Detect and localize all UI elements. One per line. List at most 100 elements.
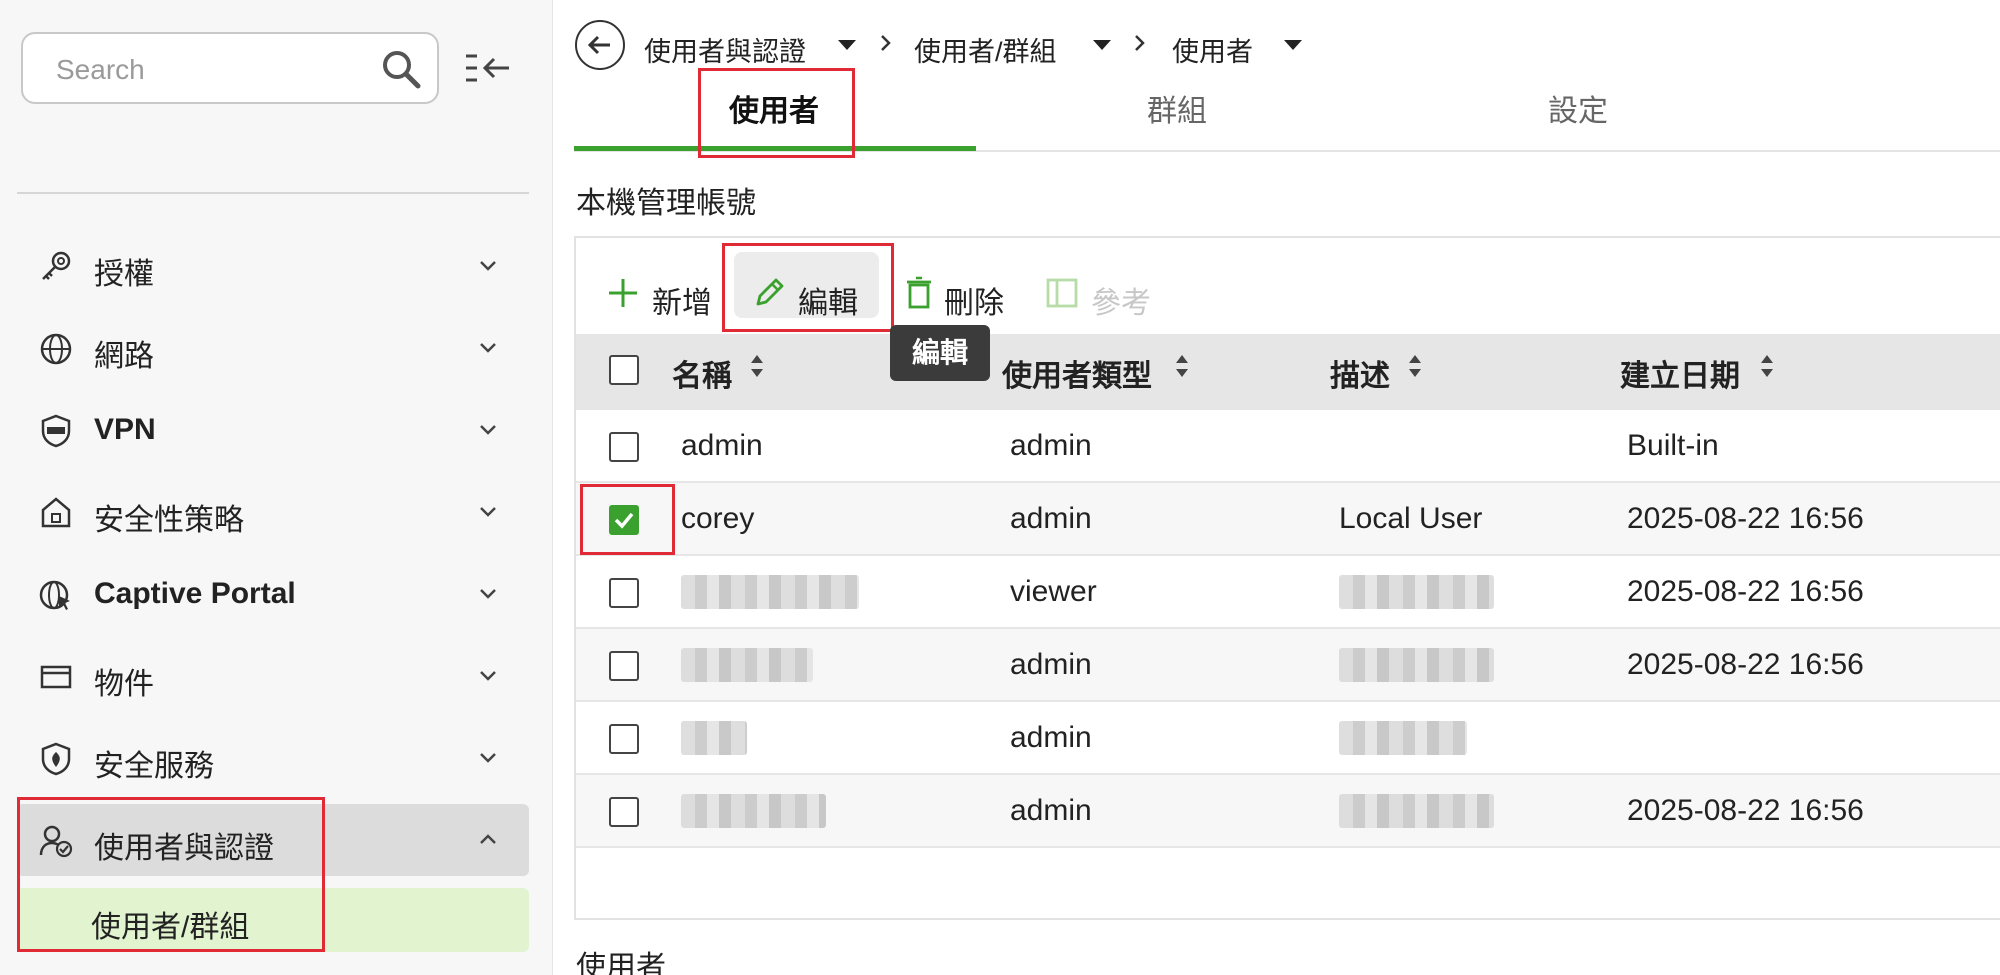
breadcrumb-item[interactable]: 使用者/群組 [914, 30, 1057, 69]
sidebar-item-label: 安全服務 [94, 750, 214, 783]
sort-icon[interactable] [1760, 354, 1774, 378]
sort-icon[interactable] [1175, 354, 1189, 378]
sidebar-subitem-users-groups[interactable]: 使用者/群組 [17, 888, 529, 952]
sidebar-item-label: Captive Portal [94, 577, 296, 610]
row-checkbox[interactable] [609, 724, 639, 754]
security-service-icon [41, 742, 71, 776]
sidebar-item-security-service[interactable]: 安全服務 [17, 722, 529, 794]
reference-label: 參考 [1091, 287, 1151, 320]
cell-type: admin [1010, 721, 1092, 754]
cell-type: admin [1010, 502, 1092, 535]
policy-icon [41, 497, 71, 528]
cell-name: admin [681, 429, 763, 462]
column-header-name[interactable]: 名稱 [672, 351, 732, 395]
sidebar-item-captive-portal[interactable]: Captive Portal [17, 558, 529, 630]
row-checkbox[interactable] [609, 578, 639, 608]
chevron-down-icon [480, 671, 496, 681]
trash-icon [907, 276, 931, 309]
cell-created: 2025-08-22 16:56 [1627, 575, 1864, 608]
tab-active-indicator [574, 146, 976, 151]
table-header [576, 334, 2000, 410]
cell-created: 2025-08-22 16:56 [1627, 648, 1864, 681]
sidebar-item-network[interactable]: 網路 [17, 312, 529, 384]
row-checkbox[interactable] [609, 432, 639, 462]
captive-portal-icon [39, 580, 70, 610]
search-input[interactable]: Search [21, 32, 439, 104]
edit-button[interactable]: 編輯 [750, 262, 875, 324]
column-header-description[interactable]: 描述 [1330, 351, 1390, 395]
object-icon [40, 665, 72, 689]
caret-down-icon[interactable] [1284, 40, 1302, 50]
chevron-right-icon [881, 35, 891, 51]
key-icon [42, 251, 71, 280]
reference-icon [1046, 278, 1078, 308]
cell-type: admin [1010, 648, 1092, 681]
row-checkbox[interactable] [609, 797, 639, 827]
chevron-up-icon [480, 834, 496, 844]
select-all-checkbox[interactable] [609, 355, 639, 385]
breadcrumb-item[interactable]: 使用者 [1172, 30, 1253, 69]
delete-button[interactable]: 刪除 [900, 262, 1015, 324]
blurred-description [1339, 721, 1467, 755]
edit-label: 編輯 [798, 287, 858, 320]
chevron-down-icon [480, 425, 496, 435]
breadcrumb-item[interactable]: 使用者與認證 [644, 30, 806, 69]
sidebar-item-label: VPN [94, 413, 156, 446]
cell-name: corey [681, 502, 755, 535]
arrow-left-icon [587, 35, 610, 55]
blurred-name [681, 721, 747, 755]
reference-button[interactable]: 參考 [1043, 262, 1158, 324]
sidebar-item-label: 授權 [94, 258, 154, 291]
blurred-name [681, 648, 813, 682]
table-row[interactable] [576, 410, 2000, 483]
collapse-sidebar-icon[interactable] [463, 48, 513, 88]
tab-users[interactable]: 使用者 [729, 86, 819, 130]
column-header-user-type[interactable]: 使用者類型 [1002, 351, 1152, 395]
cell-type: admin [1010, 794, 1092, 827]
chevron-down-icon [480, 507, 496, 517]
chevron-down-icon [480, 753, 496, 763]
cell-type: admin [1010, 429, 1092, 462]
plus-icon [609, 279, 637, 307]
cell-type: viewer [1010, 575, 1097, 608]
sidebar-item-label: 使用者與認證 [94, 832, 274, 865]
user-auth-icon [39, 825, 73, 858]
sidebar-item-objects[interactable]: 物件 [17, 640, 529, 712]
cell-created: 2025-08-22 16:56 [1627, 794, 1864, 827]
sidebar-item-vpn[interactable]: VPN [17, 394, 529, 466]
globe-icon [40, 333, 72, 365]
blurred-name [681, 794, 826, 828]
row-checkbox-checked[interactable] [609, 505, 639, 535]
blurred-description [1339, 648, 1494, 682]
back-button[interactable] [575, 20, 625, 70]
sort-icon[interactable] [1408, 354, 1422, 378]
sidebar-item-label: 網路 [94, 340, 154, 373]
column-header-created-date[interactable]: 建立日期 [1620, 351, 1740, 395]
cell-created: Built-in [1627, 429, 1719, 462]
sort-icon[interactable] [750, 354, 764, 378]
delete-label: 刪除 [944, 287, 1004, 320]
sidebar-item-license[interactable]: 授權 [17, 230, 529, 302]
sidebar-subitem-label: 使用者/群組 [91, 911, 250, 944]
caret-down-icon[interactable] [1093, 40, 1111, 50]
sidebar-item-user-auth[interactable]: 使用者與認證 [17, 804, 529, 876]
cell-description: Local User [1339, 502, 1483, 535]
bottom-section-title: 使用者 [576, 951, 666, 975]
checkmark-icon [614, 512, 634, 529]
tab-groups[interactable]: 群組 [1147, 86, 1207, 130]
add-button[interactable]: 新增 [604, 262, 719, 324]
caret-down-icon[interactable] [838, 40, 856, 50]
row-checkbox[interactable] [609, 651, 639, 681]
tab-settings[interactable]: 設定 [1548, 86, 1608, 130]
chevron-right-icon [1135, 35, 1145, 51]
sidebar-item-security-policy[interactable]: 安全性策略 [17, 476, 529, 548]
blurred-name [681, 575, 859, 609]
section-title: 本機管理帳號 [576, 187, 756, 220]
table-row[interactable] [576, 702, 2000, 775]
search-placeholder: Search [56, 54, 145, 85]
blurred-description [1339, 575, 1494, 609]
cell-created: 2025-08-22 16:56 [1627, 502, 1864, 535]
sidebar-item-label: 物件 [94, 668, 154, 701]
sidebar-item-label: 安全性策略 [94, 504, 244, 537]
search-icon[interactable] [379, 47, 423, 91]
